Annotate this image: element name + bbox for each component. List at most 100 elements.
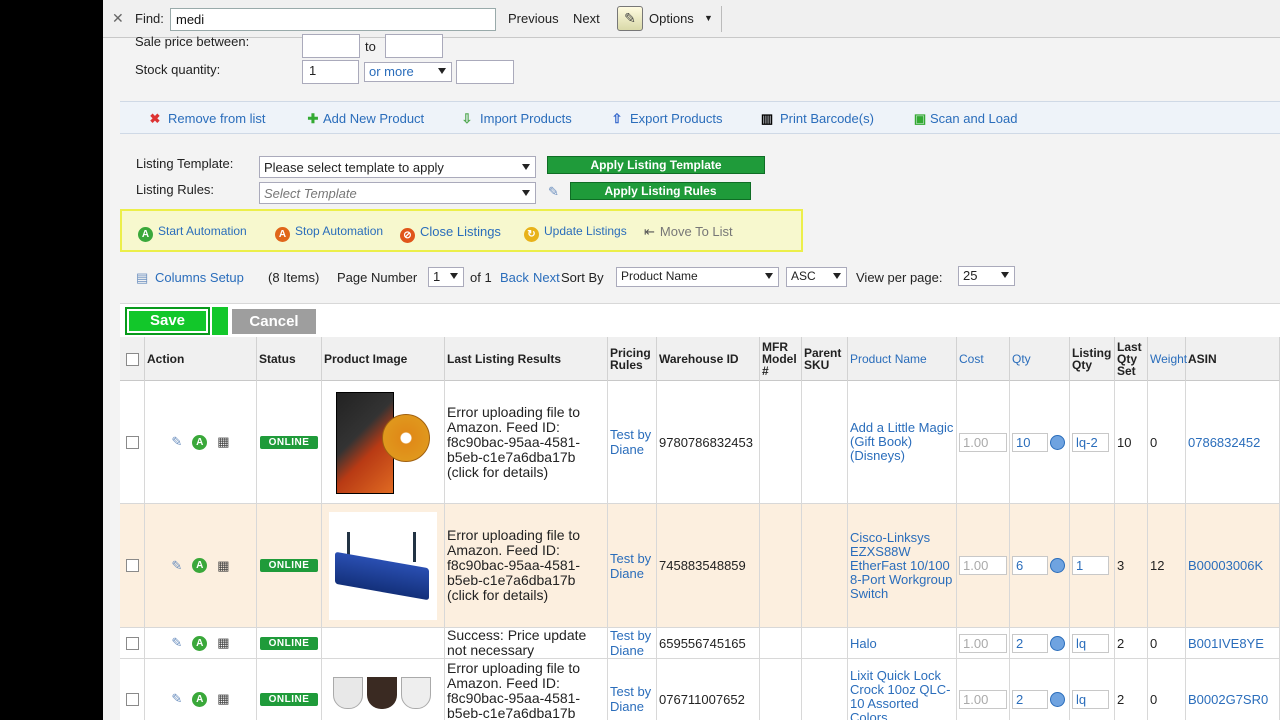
asin-link[interactable]: B001IVE8YE (1188, 636, 1264, 651)
sale-price-min-input[interactable] (302, 34, 360, 58)
last-listing-cell[interactable]: Error uploading file to Amazon. Feed ID:… (445, 381, 608, 503)
cost-input[interactable]: 1.00 (959, 633, 1007, 653)
close-find-bar-icon[interactable]: ✕ (112, 10, 124, 27)
clock-icon[interactable] (1050, 691, 1065, 707)
package-icon[interactable]: ▦ (217, 434, 229, 450)
move-to-list-button[interactable]: ⇤ Move To List (644, 224, 733, 240)
header-product-name[interactable]: Product Name (848, 337, 957, 381)
asin-link[interactable]: B00003006K (1188, 558, 1263, 573)
automation-icon[interactable]: A (192, 434, 208, 450)
product-image[interactable] (329, 511, 437, 620)
stock-quantity-extra-input[interactable] (456, 60, 514, 84)
stock-quantity-input[interactable]: 1 (302, 60, 359, 84)
sort-direction-select[interactable]: ASC (786, 267, 847, 287)
row-checkbox[interactable] (125, 559, 139, 572)
row-checkbox[interactable] (125, 636, 139, 650)
listing-template-select[interactable]: Please select template to apply (259, 156, 536, 178)
view-per-page-select[interactable]: 25 (958, 266, 1015, 286)
listing-qty-input[interactable]: lq (1072, 689, 1109, 709)
find-input[interactable] (170, 8, 496, 31)
pricing-rules-link[interactable]: Test by Diane (610, 551, 656, 581)
sort-field-select[interactable]: Product Name (616, 267, 779, 287)
status-badge: ONLINE (259, 435, 319, 449)
qty-input[interactable]: 2 (1012, 633, 1048, 653)
options-button[interactable]: Options (649, 11, 694, 26)
product-image[interactable] (332, 386, 434, 498)
save-button[interactable]: Save (125, 307, 210, 335)
pricing-rules-link[interactable]: Test by Diane (610, 427, 656, 457)
listing-qty-input[interactable]: lq-2 (1072, 432, 1109, 452)
listing-qty-input[interactable]: lq (1072, 633, 1109, 653)
weight-cell: 0 (1148, 381, 1186, 503)
package-icon[interactable]: ▦ (217, 635, 229, 651)
automation-icon[interactable]: A (192, 691, 208, 707)
columns-setup-link[interactable]: Columns Setup (155, 270, 244, 285)
asin-link[interactable]: 0786832452 (1188, 435, 1260, 450)
add-new-product-button[interactable]: ✚ Add New Product (306, 111, 425, 127)
qty-input[interactable]: 2 (1012, 689, 1048, 709)
cost-input[interactable]: 1.00 (959, 689, 1007, 709)
select-all-checkbox[interactable] (125, 352, 139, 366)
row-checkbox[interactable] (125, 692, 139, 706)
row-checkbox[interactable] (125, 435, 139, 449)
remove-from-list-button[interactable]: ✖ Remove from list (148, 111, 266, 127)
edit-pencil-icon[interactable]: ✎ (171, 635, 182, 651)
header-weight[interactable]: Weight (1148, 337, 1187, 381)
package-icon[interactable]: ▦ (217, 558, 229, 574)
cancel-button[interactable]: Cancel (232, 309, 316, 334)
listing-qty-input[interactable]: 1 (1072, 556, 1109, 575)
apply-listing-template-button[interactable]: Apply Listing Template (547, 156, 765, 174)
chevron-down-icon (450, 273, 458, 279)
asin-cell: B001IVE8YE (1186, 628, 1280, 658)
header-qty[interactable]: Qty (1010, 337, 1070, 381)
product-image[interactable] (331, 667, 435, 709)
pricing-rules-link[interactable]: Test by Diane (610, 684, 656, 714)
last-listing-cell[interactable]: Success: Price update not necessary (445, 628, 608, 658)
edit-pencil-icon[interactable]: ✎ (171, 691, 182, 707)
scan-and-load-button[interactable]: ▣ Scan and Load (913, 111, 1018, 127)
close-listings-button[interactable]: ⊘ Close Listings (400, 224, 501, 243)
back-link[interactable]: Back (500, 270, 529, 285)
listing-rules-select[interactable]: Select Template (259, 182, 536, 204)
product-name-link[interactable]: Halo (850, 636, 877, 651)
stock-quantity-mode-value: or more (369, 64, 414, 79)
package-icon[interactable]: ▦ (217, 691, 229, 707)
warehouse-id-cell: 9780786832453 (657, 381, 760, 503)
next-link[interactable]: Next (533, 270, 560, 285)
clock-icon[interactable] (1050, 558, 1065, 573)
edit-pencil-icon[interactable]: ✎ (171, 558, 182, 574)
asin-link[interactable]: B0002G7SR0 (1188, 692, 1268, 707)
stock-quantity-mode-select[interactable]: or more (364, 62, 452, 82)
product-name-link[interactable]: Lixit Quick Lock Crock 10oz QLC-10 Assor… (850, 669, 956, 720)
clock-icon[interactable] (1050, 635, 1065, 651)
apply-listing-rules-button[interactable]: Apply Listing Rules (570, 182, 751, 200)
print-barcode-button[interactable]: ▥ Print Barcode(s) (760, 111, 874, 127)
header-cost[interactable]: Cost (957, 337, 1010, 381)
update-listings-button[interactable]: ↻ Update Listings (524, 224, 627, 242)
qty-input[interactable]: 6 (1012, 556, 1048, 575)
edit-rules-pencil-icon[interactable]: ✎ (548, 184, 559, 200)
start-automation-button[interactable]: A Start Automation (138, 224, 247, 242)
last-listing-cell[interactable]: Error uploading file to Amazon. Feed ID:… (445, 659, 608, 720)
automation-icon[interactable]: A (192, 558, 208, 573)
product-name-link[interactable]: Cisco-Linksys EZXS88W EtherFast 10/100 8… (850, 530, 956, 601)
page-number-select[interactable]: 1 (428, 267, 464, 287)
cost-input[interactable]: 1.00 (959, 556, 1007, 575)
find-previous-button[interactable]: Previous (508, 11, 559, 26)
find-next-button[interactable]: Next (573, 11, 600, 26)
clock-icon[interactable] (1050, 434, 1065, 450)
product-image-cell (322, 659, 445, 720)
export-products-button[interactable]: ⇧ Export Products (610, 111, 723, 127)
qty-input[interactable]: 10 (1012, 432, 1048, 452)
pricing-rules-link[interactable]: Test by Diane (610, 628, 656, 658)
sale-price-max-input[interactable] (385, 34, 443, 58)
edit-pencil-icon[interactable]: ✎ (171, 434, 182, 450)
automation-icon[interactable]: A (192, 635, 208, 651)
product-name-link[interactable]: Add a Little Magic (Gift Book) (Disneys) (850, 421, 956, 463)
pencil-icon[interactable]: ✎ (617, 6, 643, 31)
stop-automation-button[interactable]: A Stop Automation (275, 224, 383, 242)
cost-input[interactable]: 1.00 (959, 432, 1007, 452)
options-dropdown-icon[interactable]: ▼ (704, 13, 713, 23)
last-listing-cell[interactable]: Error uploading file to Amazon. Feed ID:… (445, 504, 608, 627)
import-products-button[interactable]: ⇩ Import Products (460, 111, 572, 127)
